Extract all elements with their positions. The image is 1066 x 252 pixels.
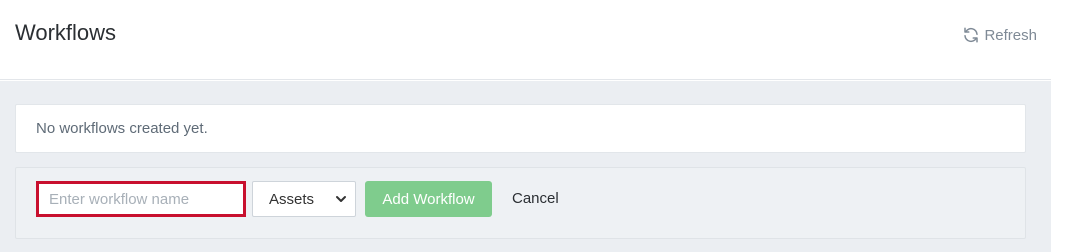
empty-state-message: No workflows created yet.	[36, 120, 208, 137]
page-header: Workflows Refresh	[0, 0, 1051, 80]
right-gutter	[1051, 0, 1066, 252]
empty-state-card: No workflows created yet.	[15, 104, 1026, 153]
workflow-type-select[interactable]: Assets	[252, 181, 356, 217]
workflow-type-selected: Assets	[269, 190, 315, 208]
refresh-label: Refresh	[984, 26, 1037, 44]
workflows-panel: No workflows created yet. Assets Add Wor…	[0, 81, 1051, 252]
page-title: Workflows	[15, 20, 117, 45]
add-workflow-form: Assets Add Workflow Cancel	[15, 167, 1026, 239]
add-workflow-button[interactable]: Add Workflow	[365, 181, 492, 217]
chevron-down-icon	[335, 193, 347, 205]
workflow-name-input[interactable]	[36, 181, 246, 217]
cancel-button[interactable]: Cancel	[512, 190, 559, 207]
refresh-button[interactable]: Refresh	[962, 26, 1037, 44]
refresh-icon	[962, 26, 980, 44]
